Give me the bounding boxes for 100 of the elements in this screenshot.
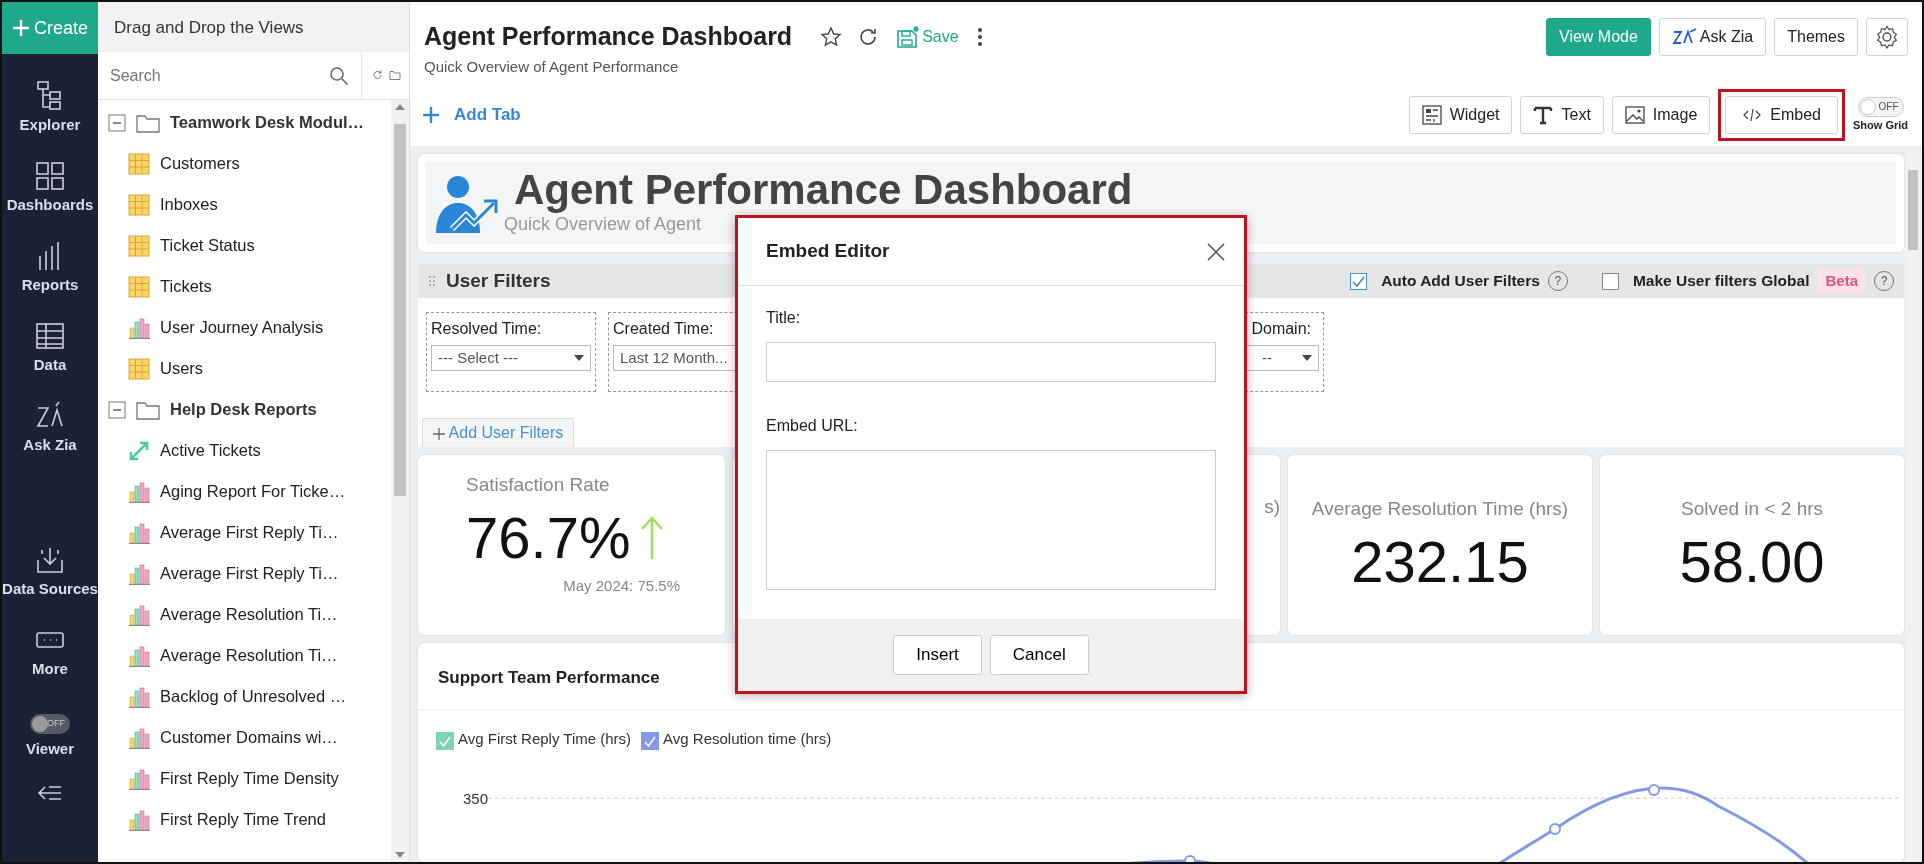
- search-icon: [329, 65, 349, 86]
- legend-item[interactable]: Avg First Reply Time (hrs): [436, 727, 632, 750]
- nav-item[interactable]: Dashboards: [6, 160, 94, 214]
- dialog-button[interactable]: Insert: [893, 635, 982, 675]
- table-icon: [128, 275, 150, 298]
- save-icon: [896, 24, 921, 49]
- data-point[interactable]: [1549, 823, 1561, 835]
- bar-chart-icon: [128, 767, 150, 790]
- grid-toggle[interactable]: OFF: [1857, 96, 1904, 117]
- action-button[interactable]: Ask Zia: [1658, 18, 1767, 56]
- input-field[interactable]: [766, 342, 1216, 382]
- nav-item[interactable]: Explorer: [19, 80, 81, 134]
- table-icon: [128, 234, 150, 257]
- zia-icon: [1671, 28, 1698, 46]
- kpi-note: May 2024: 75.5%: [563, 575, 680, 596]
- legend-checkbox[interactable]: [436, 732, 454, 750]
- bar-chart-icon: [128, 603, 150, 626]
- diagonal-arrows-icon: [128, 439, 150, 462]
- refresh-icon[interactable]: [858, 26, 879, 47]
- nav-item[interactable]: Data: [33, 320, 67, 374]
- kpi-title: Average Resolution Time (hrs): [1311, 497, 1569, 521]
- bar-chart-icon: [128, 480, 150, 503]
- legend-item[interactable]: Avg Resolution time (hrs): [641, 727, 832, 750]
- plus-icon: [12, 19, 30, 37]
- drag-handle-icon: [428, 275, 438, 287]
- add-tab-button[interactable]: Add Tab: [420, 100, 523, 130]
- scrollbar[interactable]: [1906, 152, 1920, 862]
- checkbox[interactable]: [1601, 272, 1619, 290]
- action-button[interactable]: Themes: [1774, 18, 1858, 56]
- banner-subtitle: Quick Overview of Agent: [504, 213, 703, 236]
- tree-item[interactable]: Teamwork Desk Modul…: [98, 102, 391, 143]
- widget-icon: [1421, 105, 1442, 125]
- scrollbar[interactable]: [391, 100, 409, 862]
- tree-item[interactable]: Average Resolution Ti…: [98, 635, 391, 676]
- star-icon[interactable]: [820, 25, 843, 48]
- tree-item[interactable]: Customer Domains wi…: [98, 717, 391, 758]
- tree-item[interactable]: First Reply Time Trend: [98, 799, 391, 840]
- table-icon: [128, 193, 150, 216]
- bar-chart-icon: [128, 316, 150, 339]
- tree-item[interactable]: Inboxes: [98, 184, 391, 225]
- tree-item[interactable]: Active Tickets: [98, 430, 391, 471]
- tree-item[interactable]: User Journey Analysis: [98, 307, 391, 348]
- filters-title: User Filters: [446, 268, 551, 293]
- bar-chart-icon: [128, 808, 150, 831]
- tree-item[interactable]: First Reply Time Density: [98, 758, 391, 799]
- filter-label: Domain:: [1250, 319, 1312, 339]
- panel-header: Drag and Drop the Views: [98, 2, 409, 52]
- folder-icon: [136, 399, 160, 420]
- toolbar-button[interactable]: Embed: [1725, 96, 1838, 134]
- tree-item[interactable]: Users: [98, 348, 391, 389]
- tree-item[interactable]: Average Resolution Ti…: [98, 594, 391, 635]
- axis-label: 350: [463, 789, 489, 809]
- tree-item[interactable]: Help Desk Reports: [98, 389, 391, 430]
- bar-chart-icon: [128, 685, 150, 708]
- grid-toggle-label: Show Grid: [1853, 117, 1908, 133]
- nav-item[interactable]: Data Sources: [2, 544, 98, 598]
- grid-icon: [34, 160, 66, 192]
- tree-item[interactable]: Tickets: [98, 266, 391, 307]
- kpi-title: Satisfaction Rate: [466, 473, 610, 497]
- viewer-toggle[interactable]: OFF: [30, 714, 70, 734]
- caret-icon: [1302, 355, 1312, 361]
- settings-icon: [1875, 25, 1899, 49]
- more-icon[interactable]: [976, 26, 983, 47]
- toolbar-button[interactable]: Text: [1520, 96, 1604, 134]
- close-icon[interactable]: [1206, 241, 1226, 262]
- toolbar-button[interactable]: Widget: [1408, 96, 1513, 134]
- kpi-value: 58.00: [1679, 527, 1825, 596]
- filter-select[interactable]: --- Select ---: [431, 345, 591, 371]
- plus-icon: [422, 106, 440, 124]
- image-icon: [1624, 105, 1645, 125]
- settings-button[interactable]: [1866, 18, 1908, 56]
- dialog-button[interactable]: Cancel: [989, 635, 1089, 675]
- plus-icon: [433, 427, 445, 440]
- nav-item[interactable]: More: [32, 624, 68, 678]
- legend-checkbox[interactable]: [641, 732, 660, 750]
- data-point[interactable]: [1184, 855, 1196, 862]
- dashboard-title: Agent Performance Dashboard: [424, 21, 793, 52]
- tree-item[interactable]: Average First Reply Ti…: [98, 553, 391, 594]
- nav-item[interactable]: Reports: [21, 240, 79, 294]
- table-icon: [128, 357, 150, 380]
- table-icon: [128, 152, 150, 175]
- bar-chart-icon: [128, 562, 150, 585]
- bar-chart-icon: [128, 521, 150, 544]
- tree-item[interactable]: Average First Reply Ti…: [98, 512, 391, 553]
- tree-item[interactable]: Customers: [98, 143, 391, 184]
- toolbar-button[interactable]: Image: [1611, 96, 1711, 134]
- tree-item[interactable]: Aging Report For Ticke…: [98, 471, 391, 512]
- input-field[interactable]: [766, 450, 1216, 590]
- tree-item[interactable]: Backlog of Unresolved …: [98, 676, 391, 717]
- field-label: Title:: [766, 308, 802, 328]
- tree-item[interactable]: Ticket Status: [98, 225, 391, 266]
- kpi-title: s): [1264, 495, 1280, 519]
- kpi-value: 76.7%: [466, 503, 631, 572]
- data-point[interactable]: [1648, 784, 1660, 796]
- up-arrow-icon: [640, 515, 665, 560]
- checkbox[interactable]: [1350, 272, 1368, 290]
- nav-item[interactable]: Ask Zia: [23, 400, 77, 454]
- caret-icon: [574, 355, 584, 361]
- dashboard-subtitle: Quick Overview of Agent Performance: [424, 56, 680, 77]
- folder-icon: [136, 112, 160, 133]
